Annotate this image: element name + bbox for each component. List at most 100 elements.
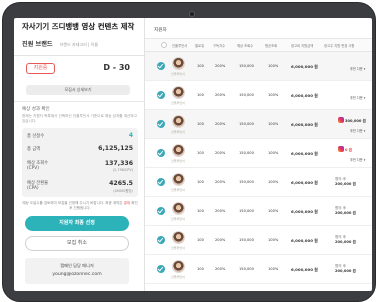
column-header: 광고비 지원금액 <box>291 44 314 48</box>
stat-label: 예상 조회수 (CPV) <box>27 161 49 171</box>
select-all-checkbox[interactable] <box>161 42 167 48</box>
influencer-name[interactable]: 인플루언서 <box>171 130 185 134</box>
stat-value: 137,336 <box>104 160 133 167</box>
row-checkbox-checked[interactable] <box>157 120 165 128</box>
column-header: 구독자수 <box>213 44 226 48</box>
avatar[interactable] <box>172 144 185 157</box>
influencer-name[interactable]: 인플루언서 <box>171 246 185 250</box>
avatar[interactable] <box>172 86 185 99</box>
stat-value: 4265.5 <box>109 180 133 187</box>
recommend-dropdown[interactable]: 추천 다운 ▾ <box>350 66 365 71</box>
stat-expected-conversion: 예상 전환율 (CPA) 4265.5 (40000원당) <box>27 180 133 197</box>
cancel-recruitment-button[interactable]: 모집 취소 <box>25 236 129 251</box>
expected-views-cell: 150,000 <box>239 180 254 184</box>
row-checkbox-checked[interactable] <box>157 236 165 244</box>
view-recruitment-detail-button[interactable]: 모집서 상세보기 <box>26 85 130 95</box>
extra-value: 200,000 원 <box>335 182 356 186</box>
table-row[interactable]: 인플루언서 100 200% 150,000 100% 6,000,000 원 0 원 추천 … <box>145 139 372 168</box>
extra-support-cell: 협의 후 200,000 원 <box>335 206 356 216</box>
followers-cell: 100 <box>197 267 204 271</box>
recommend-dropdown[interactable]: 추천 다운 ▾ <box>350 157 365 162</box>
extra-support-cell: 협의 후 200,000 원 <box>335 235 356 245</box>
table-row[interactable]: 인플루언서 100 200% 150,000 100% 6,000,000 원 협의 후 20… <box>145 168 372 197</box>
column-header: 광고주 지원 변경 사항 <box>324 44 355 48</box>
extra-support-cell: 0 원 <box>345 148 352 153</box>
followers-cell: 100 <box>197 209 204 213</box>
price-cell: 6,000,000 원 <box>291 180 318 185</box>
stat-total-amount: 총 금액 6,125,125 <box>27 145 133 155</box>
table-row[interactable]: 인플루언서 100 200% 150,000 100% 6,000,000 원 추천 다운 … <box>145 81 372 110</box>
influencer-name[interactable]: 인플루언서 <box>171 101 185 105</box>
subscribers-cell: 200% <box>215 151 226 155</box>
influencer-name[interactable]: 인플루언서 <box>171 188 185 192</box>
price-cell: 6,000,000 원 <box>291 64 318 69</box>
recommend-dropdown[interactable]: 추천 다운 ▾ <box>350 128 365 133</box>
table-row[interactable]: 인플루언서 100 200% 150,000 100% 6,000,000 원 협의 후 20… <box>145 197 372 226</box>
expected-views-cell: 150,000 <box>239 209 254 213</box>
extra-value: 300,000 원 <box>345 119 366 123</box>
row-checkbox-checked[interactable] <box>157 178 165 186</box>
instagram-icon <box>338 117 344 123</box>
influencer-name[interactable]: 인플루언서 <box>171 72 185 76</box>
stat-label: 총 금액 <box>27 147 41 152</box>
table-header: 인플루언서 팔로워 구독자수 예상 조회수 평균조회 광고비 지원금액 광고주 … <box>145 39 372 52</box>
row-checkbox-checked[interactable] <box>157 207 165 215</box>
column-header: 평균조회 <box>265 44 278 48</box>
brand-row: 진원 브랜드 브랜드 카테고리 | 이름 <box>22 36 138 49</box>
price-cell: 6,000,000 원 <box>291 122 318 127</box>
expected-views-cell: 150,000 <box>239 93 254 97</box>
avg-views-cell: 100% <box>268 151 279 155</box>
followers-cell: 100 <box>197 122 204 126</box>
avatar[interactable] <box>172 57 185 70</box>
table-row[interactable]: 인플루언서 100 200% 150,000 100% 6,000,000 원 협의 후 20… <box>145 226 372 255</box>
stat-value: 6,125,125 <box>98 145 133 152</box>
avg-views-cell: 100% <box>268 209 279 213</box>
extra-value: 200,000 원 <box>335 240 356 244</box>
followers-cell: 100 <box>197 93 204 97</box>
avg-views-cell: 100% <box>268 267 279 271</box>
selection-note: 예상 도달수를 검토하여 모집을 선정해 주시기 바랍니다. 최종 계약은 결제… <box>22 201 138 211</box>
expected-views-cell: 150,000 <box>239 267 254 271</box>
table-row[interactable]: 인플루언서 100 200% 150,000 100% 6,000,000 원 300,00… <box>145 110 372 139</box>
applicants-panel: 지원자 인플루언서 팔로워 구독자수 예상 조회수 평균조회 광고비 지원금액 … <box>145 18 372 291</box>
avatar[interactable] <box>172 231 185 244</box>
influencer-name[interactable]: 인플루언서 <box>171 217 185 221</box>
avatar[interactable] <box>172 115 185 128</box>
avatar[interactable] <box>172 260 185 273</box>
brand-name: 진원 브랜드 <box>22 41 53 48</box>
followers-cell: 100 <box>197 238 204 242</box>
table-row[interactable]: 인플루언서 100 200% 150,000 100% 6,000,000 원 추천 다운 … <box>145 52 372 81</box>
applicants-table: 인플루언서 팔로워 구독자수 예상 조회수 평균조회 광고비 지원금액 광고주 … <box>145 39 372 284</box>
column-header: 인플루언서 <box>172 44 188 48</box>
subscribers-cell: 200% <box>215 209 226 213</box>
table-row[interactable]: 인플루언서 100 200% 150,000 100% 6,000,000 원 협의 후 20… <box>145 255 372 284</box>
stat-label: 예상 전환율 (CPA) <box>27 181 49 191</box>
avatar[interactable] <box>172 202 185 215</box>
status-row: 지원중 D - 30 <box>22 62 138 76</box>
performance-stats-box: 총 선정수 4 총 금액 6,125,125 예상 조회수 (CPV) 137,… <box>22 128 138 197</box>
influencer-name[interactable]: 인플루언서 <box>171 159 185 163</box>
subscribers-cell: 200% <box>215 238 226 242</box>
row-checkbox-checked[interactable] <box>157 149 165 157</box>
final-select-button[interactable]: 지원자 최종 선정 <box>25 216 129 231</box>
manager-contact-box: 캠페인 담당 매니저 young@ozonnec.com <box>25 258 129 284</box>
row-checkbox-checked[interactable] <box>157 91 165 99</box>
extra-support-cell: 협의 후 200,000 원 <box>335 177 356 187</box>
applicants-header: 지원자 <box>145 18 372 39</box>
campaign-summary-panel: 자사기기 즈디뱅뱅 영상 컨텐츠 제작 진원 브랜드 브랜드 카테고리 | 이름… <box>14 18 145 291</box>
row-checkbox-checked[interactable] <box>157 265 165 273</box>
subscribers-cell: 200% <box>215 122 226 126</box>
stat-label: 총 선정수 <box>27 134 45 139</box>
subscribers-cell: 200% <box>215 180 226 184</box>
contact-email[interactable]: young@ozonnec.com <box>25 272 129 277</box>
row-checkbox-checked[interactable] <box>157 62 165 70</box>
price-cell: 6,000,000 원 <box>291 93 318 98</box>
avatar[interactable] <box>172 173 185 186</box>
recommend-dropdown[interactable]: 추천 다운 ▾ <box>350 95 365 100</box>
subscribers-cell: 200% <box>215 64 226 68</box>
influencer-name[interactable]: 인플루언서 <box>171 275 185 279</box>
price-cell: 6,000,000 원 <box>291 238 318 243</box>
expected-views-cell: 150,000 <box>239 64 254 68</box>
avg-views-cell: 100% <box>268 238 279 242</box>
note-highlight: 결제 <box>123 201 131 205</box>
